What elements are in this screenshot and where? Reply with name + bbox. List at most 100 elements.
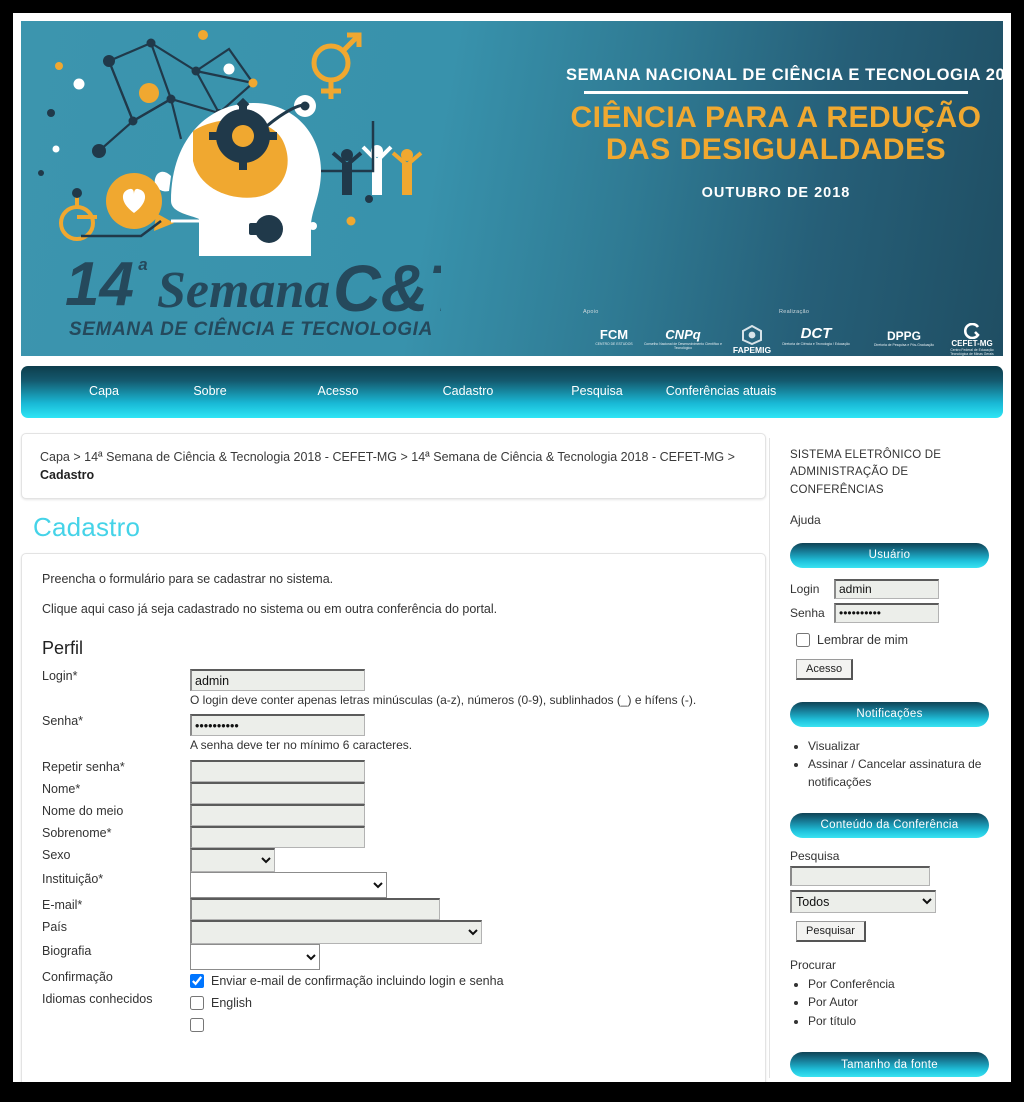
email-input[interactable] — [190, 897, 440, 920]
page-root: 14 ª Semana C&T SEMANA DE CIÊNCIA E TECN… — [13, 13, 1011, 1082]
sidebar-inner: SISTEMA ELETRÔNICO DE ADMINISTRAÇÃO DE C… — [776, 433, 1003, 1082]
label-nome-do-meio: Nome do meio — [42, 803, 124, 818]
label-senha: Senha* — [42, 714, 84, 729]
idioma-checkbox-next[interactable] — [190, 1017, 204, 1032]
nav-item-cadastro[interactable]: Cadastro — [403, 384, 533, 400]
banner-event-subtitle: SEMANA NACIONAL DE CIÊNCIA E TECNOLOGIA … — [566, 66, 1003, 84]
nome-do-meio-input[interactable] — [190, 803, 365, 826]
browse-item-por-conferencia[interactable]: Por Conferência — [808, 976, 989, 993]
nav-items: Capa Sobre Acesso Cadastro Pesquisa Conf… — [61, 366, 781, 418]
column-divider — [769, 438, 770, 1078]
nav-item-pesquisa[interactable]: Pesquisa — [533, 384, 661, 400]
sponsor-apoio-label: Apoio — [583, 309, 599, 315]
notifications-list: Visualizar Assinar / Cancelar assinatura… — [790, 738, 989, 791]
sidebar-senha-row: Senha — [790, 602, 989, 623]
biografia-select[interactable] — [190, 943, 320, 970]
banner-theme-line2: DAS DESIGUALDADES — [605, 133, 947, 167]
sidebar-senha-label: Senha — [790, 605, 825, 620]
sidebar-senha-input[interactable] — [834, 602, 939, 623]
svg-text:SEMANA DE CIÊNCIA E TECNOLOGIA: SEMANA DE CIÊNCIA E TECNOLOGIA — [69, 318, 433, 340]
browse-list: Por Conferência Por Autor Por título — [790, 976, 989, 1030]
sidebar-block-title-usuario: Usuário — [790, 542, 989, 568]
remember-me-row[interactable]: Lembrar de mim — [796, 629, 989, 651]
brain-network-illustration — [38, 30, 423, 256]
repetir-senha-input[interactable] — [190, 759, 365, 782]
main-navigation: Capa Sobre Acesso Cadastro Pesquisa Conf… — [21, 366, 1003, 418]
svg-text:14: 14 — [65, 250, 134, 319]
browse-label: Procurar — [790, 957, 837, 972]
sidebar-search-scope-select[interactable]: Todos — [790, 889, 936, 913]
pesquisar-button[interactable]: Pesquisar — [796, 920, 866, 942]
nome-input[interactable] — [190, 781, 365, 804]
label-email: E-mail* — [42, 897, 83, 912]
sponsor-logo-cefetmg: CEFET-MG Centro Federal de Educação Tecn… — [943, 323, 1001, 356]
banner-text-block: SEMANA NACIONAL DE CIÊNCIA E TECNOLOGIA … — [566, 66, 1003, 201]
form-row-login: Login* O login deve conter apenas letras… — [42, 669, 745, 714]
form-row-sobrenome: Sobrenome* — [42, 825, 745, 848]
instituicao-select[interactable] — [190, 871, 387, 898]
idioma-checkbox-row-next[interactable] — [190, 1014, 745, 1036]
label-repetir-senha: Repetir senha* — [42, 759, 125, 774]
form-row-biografia: Biografia — [42, 943, 745, 970]
nav-item-sobre[interactable]: Sobre — [147, 384, 273, 400]
sobrenome-input[interactable] — [190, 825, 365, 848]
sponsor-logo-cnpq: CNPq Conselho Nacional de Desenvolviment… — [643, 327, 723, 351]
system-title: SISTEMA ELETRÔNICO DE ADMINISTRAÇÃO DE C… — [790, 449, 942, 496]
fapemig-mark-icon — [742, 325, 762, 345]
label-instituicao: Instituição* — [42, 871, 104, 886]
acesso-button[interactable]: Acesso — [796, 658, 854, 680]
form-row-idiomas: Idiomas conhecidos English — [42, 992, 745, 1036]
confirmacao-checkbox-row[interactable]: Enviar e-mail de confirmação incluindo l… — [190, 970, 745, 992]
senha-input[interactable] — [190, 714, 365, 737]
nav-item-acesso[interactable]: Acesso — [273, 384, 403, 400]
login-input[interactable] — [190, 669, 365, 692]
sidebar-login-row: Login — [790, 578, 989, 599]
sponsor-logos: Apoio Realização FCM CENTRO DE ESTUDOS C… — [581, 309, 1001, 356]
form-row-email: E-mail* — [42, 897, 745, 920]
pais-select[interactable] — [190, 919, 482, 944]
svg-text:ª: ª — [137, 255, 148, 285]
sidebar-login-label: Login — [790, 581, 820, 596]
sexo-select[interactable] — [190, 847, 275, 872]
login-hint: O login deve conter apenas letras minúsc… — [190, 693, 697, 708]
label-confirmacao: Confirmação — [42, 969, 113, 984]
event-banner: 14 ª Semana C&T SEMANA DE CIÊNCIA E TECN… — [21, 21, 1003, 356]
sidebar-search-input[interactable] — [790, 865, 930, 886]
nav-item-capa[interactable]: Capa — [61, 384, 147, 400]
idioma-checkbox-row-english[interactable]: English — [190, 992, 745, 1014]
browse-item-por-titulo[interactable]: Por título — [808, 1013, 989, 1030]
sponsor-logo-dppg: DPPG Diretoria de Pesquisa e Pós-Graduaç… — [874, 329, 934, 347]
sidebar-login-input[interactable] — [834, 578, 939, 599]
sponsor-logo-fcm: FCM CENTRO DE ESTUDOS — [595, 327, 633, 346]
screenshot-viewport: 14 ª Semana C&T SEMANA DE CIÊNCIA E TECN… — [0, 0, 1024, 1102]
form-row-senha: Senha* A senha deve ter no mínimo 6 cara… — [42, 714, 745, 759]
form-row-sexo: Sexo — [42, 847, 745, 872]
registration-form-card: Preencha o formulário para se cadastrar … — [21, 553, 766, 1082]
section-title-perfil: Perfil — [42, 638, 84, 659]
label-pais: País — [42, 919, 68, 934]
banner-theme-line1: CIÊNCIA PARA A REDUÇÃO — [570, 101, 982, 134]
sponsor-logo-fapemig: FAPEMIG — [721, 325, 783, 355]
remember-me-checkbox[interactable] — [796, 632, 810, 647]
confirmacao-checkbox-label: Enviar e-mail de confirmação incluindo l… — [211, 973, 504, 988]
confirmacao-checkbox[interactable] — [190, 973, 204, 988]
already-registered-link[interactable]: Clique aqui — [42, 602, 105, 616]
page-title: Cadastro — [33, 512, 141, 543]
label-biografia: Biografia — [42, 943, 92, 958]
idioma-checkbox-english[interactable] — [190, 995, 204, 1010]
nav-item-conferencias-atuais[interactable]: Conferências atuais — [661, 384, 781, 400]
notifications-item-assinar[interactable]: Assinar / Cancelar assinatura de notific… — [808, 756, 989, 791]
sidebar: SISTEMA ELETRÔNICO DE ADMINISTRAÇÃO DE C… — [776, 433, 1003, 1082]
form-row-nome: Nome* — [42, 781, 745, 804]
breadcrumb: Capa > 14ª Semana de Ciência & Tecnologi… — [21, 433, 766, 500]
breadcrumb-trail[interactable]: Capa > 14ª Semana de Ciência & Tecnologi… — [40, 450, 735, 464]
form-row-instituicao: Instituição* — [42, 871, 745, 898]
notifications-item-visualizar[interactable]: Visualizar — [808, 738, 989, 755]
browse-item-por-autor[interactable]: Por Autor — [808, 994, 989, 1011]
label-sexo: Sexo — [42, 847, 71, 862]
help-link[interactable]: Ajuda — [790, 513, 989, 527]
svg-text:Semana: Semana — [157, 262, 330, 319]
label-login: Login* — [42, 669, 78, 684]
form-row-confirmacao: Confirmação Enviar e-mail de confirmação… — [42, 970, 745, 992]
already-registered-rest: caso já seja cadastrado no sistema ou em… — [104, 602, 498, 617]
